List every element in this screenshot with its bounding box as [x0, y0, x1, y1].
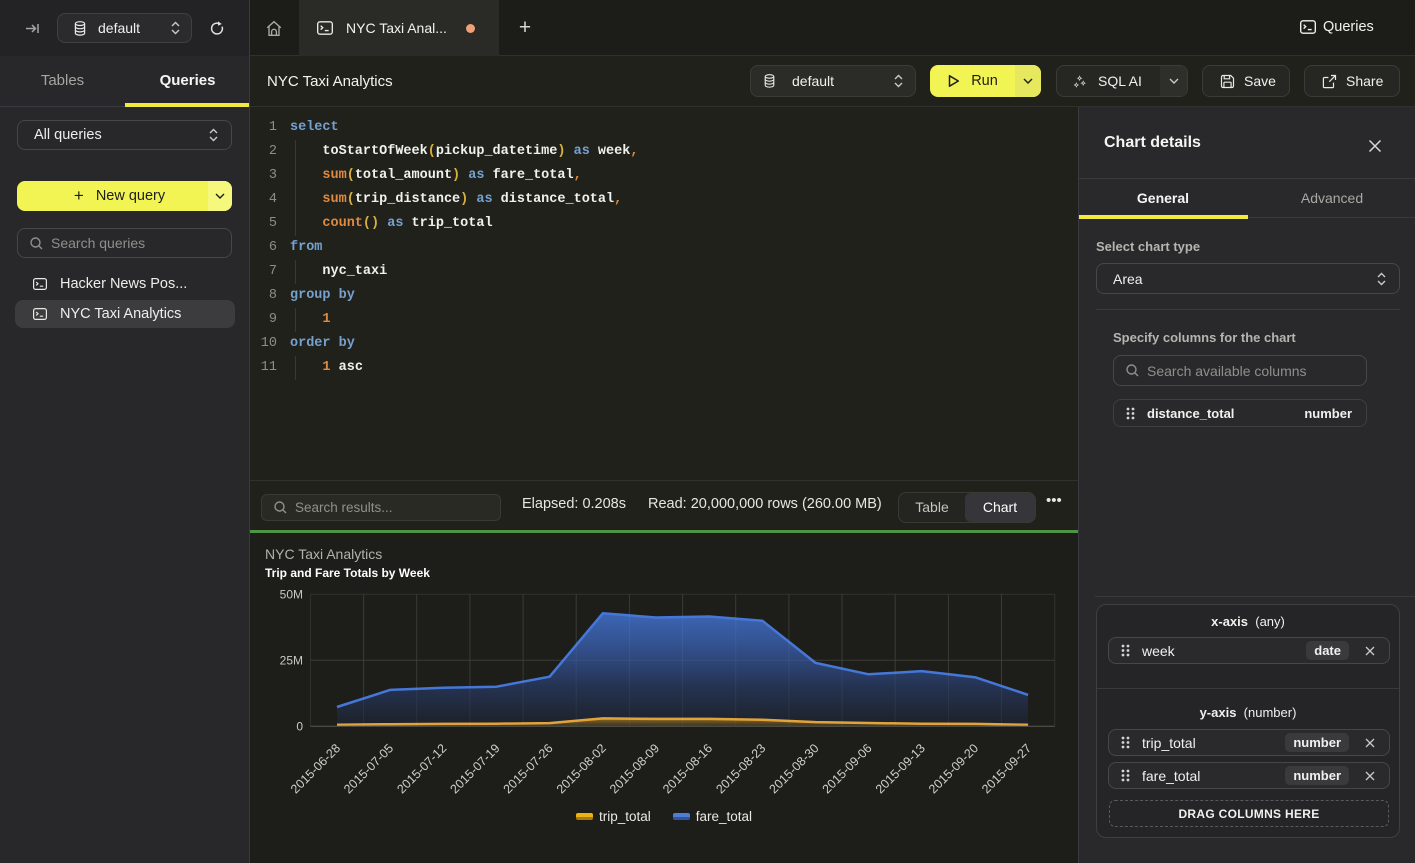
svg-text:50M: 50M: [280, 588, 303, 602]
svg-text:2015-06-28: 2015-06-28: [288, 741, 343, 796]
svg-text:2015-09-13: 2015-09-13: [873, 741, 928, 796]
svg-text:2015-07-05: 2015-07-05: [341, 741, 396, 796]
svg-text:0: 0: [296, 720, 303, 734]
svg-text:2015-08-02: 2015-08-02: [554, 741, 609, 796]
svg-text:2015-08-09: 2015-08-09: [607, 741, 662, 796]
svg-text:25M: 25M: [280, 654, 303, 668]
svg-text:2015-08-23: 2015-08-23: [713, 741, 768, 796]
svg-text:2015-09-27: 2015-09-27: [979, 741, 1034, 796]
svg-text:2015-08-16: 2015-08-16: [660, 741, 715, 796]
svg-text:2015-09-06: 2015-09-06: [820, 741, 875, 796]
svg-text:2015-09-20: 2015-09-20: [926, 741, 981, 796]
svg-text:2015-08-30: 2015-08-30: [767, 741, 822, 796]
svg-text:2015-07-12: 2015-07-12: [394, 741, 449, 796]
svg-text:2015-07-26: 2015-07-26: [501, 741, 556, 796]
svg-text:2015-07-19: 2015-07-19: [448, 741, 503, 796]
